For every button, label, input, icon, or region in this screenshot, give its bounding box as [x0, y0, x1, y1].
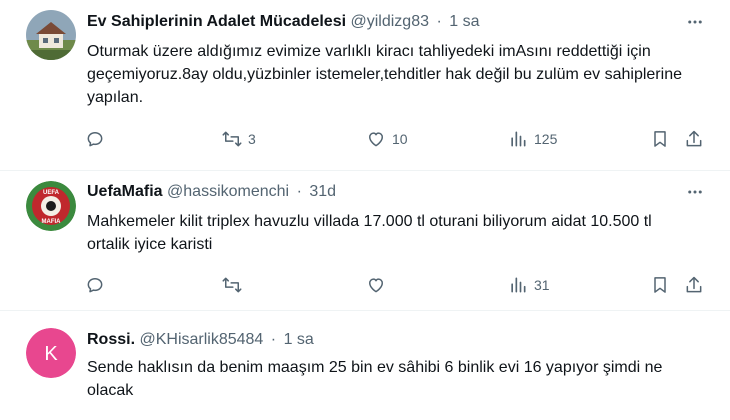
reply-button[interactable]	[85, 126, 111, 152]
analytics-icon	[511, 277, 526, 293]
tweet-actions: 31	[80, 272, 702, 298]
analytics-icon	[511, 131, 526, 147]
heart-icon	[369, 132, 383, 147]
heart-icon	[369, 278, 383, 293]
separator: ·	[436, 13, 442, 30]
like-button[interactable]	[366, 272, 392, 298]
tweet-3[interactable]: K Rossi. @KHisarlik85484 · 1 sa Sende ha…	[0, 311, 730, 420]
more-options-icon[interactable]	[684, 12, 706, 32]
bookmark-icon	[654, 277, 666, 293]
share-button[interactable]	[684, 126, 704, 152]
views-button[interactable]: 125	[508, 126, 557, 152]
avatar[interactable]	[26, 10, 76, 60]
tweet-header: Rossi. @KHisarlik85484 · 1 sa	[87, 330, 314, 350]
share-icon	[686, 276, 702, 293]
share-icon	[686, 130, 702, 147]
tweet-actions: 3 10 125	[80, 126, 702, 152]
avatar-text-top: UEFA	[43, 190, 60, 196]
like-button[interactable]: 10	[366, 126, 408, 152]
bookmark-icon	[654, 131, 666, 147]
retweet-icon	[222, 131, 242, 147]
retweet-icon	[222, 277, 242, 293]
tweet-text: Oturmak üzere aldığımız evimize varlıklı…	[87, 43, 682, 106]
tweet-header: Ev Sahiplerinin Adalet Mücadelesi @yildi…	[87, 12, 479, 32]
view-count: 31	[534, 277, 550, 293]
views-button[interactable]: 31	[508, 272, 550, 298]
separator: ·	[296, 183, 302, 200]
timestamp[interactable]: 1 sa	[284, 331, 314, 348]
bookmark-button[interactable]	[650, 272, 670, 298]
house-avatar-image	[26, 10, 76, 60]
separator: ·	[270, 331, 277, 348]
bookmark-button[interactable]	[650, 126, 670, 152]
retweet-count: 3	[248, 131, 256, 147]
like-count: 10	[392, 131, 408, 147]
reply-icon	[87, 132, 103, 147]
tweet-text: Mahkemeler kilit triplex havuzlu villada…	[87, 213, 652, 253]
more-options-icon[interactable]	[684, 182, 706, 202]
author-handle[interactable]: @yildizg83	[351, 13, 430, 30]
author-handle[interactable]: @KHisarlik85484	[139, 331, 263, 348]
tweet-text: Sende haklısın da benim maaşım 25 bin ev…	[87, 359, 663, 399]
retweet-button[interactable]	[222, 272, 248, 298]
timestamp[interactable]: 1 sa	[449, 13, 479, 30]
reply-button[interactable]	[85, 272, 111, 298]
tweet-header: UefaMafia @hassikomenchi · 31d	[87, 182, 336, 202]
timestamp[interactable]: 31d	[309, 183, 336, 200]
avatar-letter: K	[44, 343, 58, 365]
view-count: 125	[534, 131, 558, 147]
avatar[interactable]: UEFA MAFIA	[26, 181, 76, 231]
tweet-1[interactable]: Ev Sahiplerinin Adalet Mücadelesi @yildi…	[0, 0, 730, 170]
uefamafia-avatar-image: UEFA MAFIA	[26, 181, 76, 231]
reply-icon	[87, 278, 103, 293]
avatar-text-bottom: MAFIA	[42, 219, 62, 225]
avatar[interactable]: K	[26, 328, 76, 378]
tweet-2[interactable]: UEFA MAFIA UefaMafia @hassikomenchi · 31…	[0, 171, 730, 310]
author-name[interactable]: Ev Sahiplerinin Adalet Mücadelesi	[87, 13, 346, 30]
author-handle[interactable]: @hassikomenchi	[167, 183, 289, 200]
retweet-button[interactable]: 3	[222, 126, 256, 152]
author-name[interactable]: UefaMafia	[87, 183, 163, 200]
letter-avatar-image: K	[26, 328, 76, 378]
share-button[interactable]	[684, 272, 704, 298]
author-name[interactable]: Rossi.	[87, 331, 135, 348]
